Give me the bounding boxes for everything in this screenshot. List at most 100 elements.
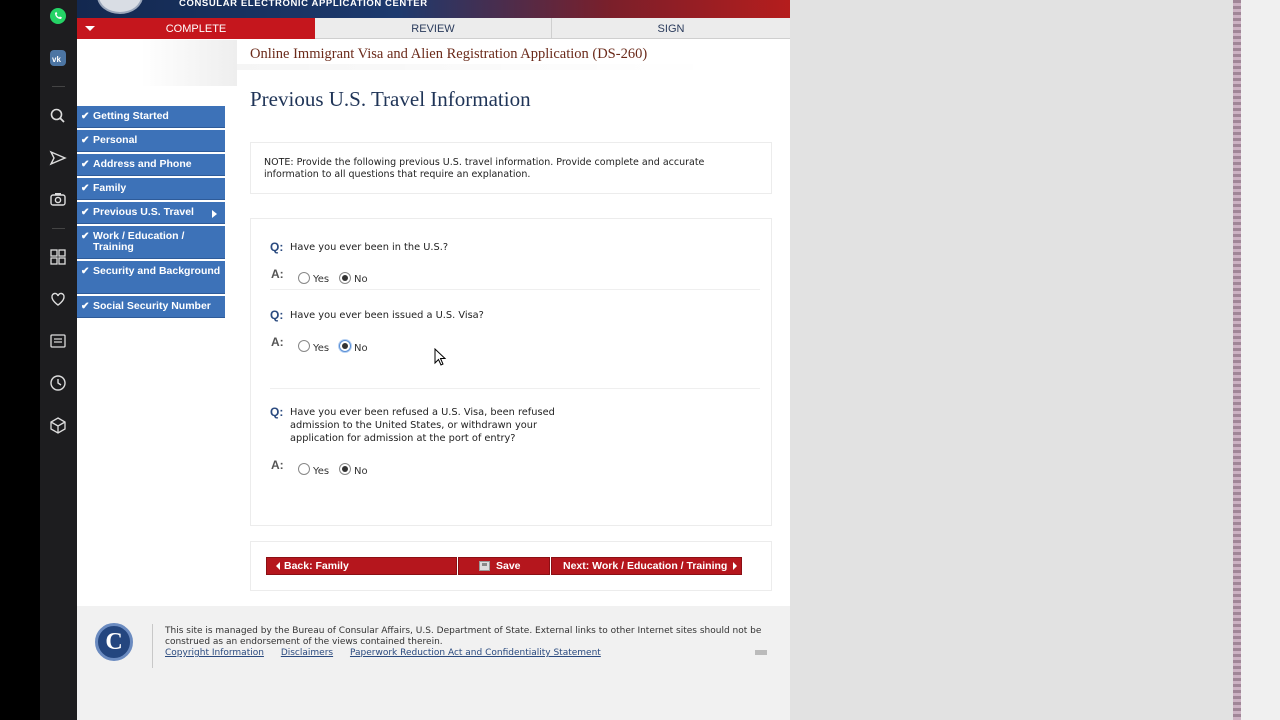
q3-yes-radio[interactable] <box>298 463 310 475</box>
nav-item-getting-started[interactable]: ✔ Getting Started <box>77 106 225 128</box>
footer-disclaimer: This site is managed by the Bureau of Co… <box>165 626 762 647</box>
tab-sign[interactable]: SIGN <box>552 18 790 39</box>
history-icon[interactable] <box>48 373 68 393</box>
save-button-label: Save <box>496 560 521 572</box>
nav-item-personal[interactable]: ✔ Personal <box>77 130 225 152</box>
footer-divider <box>152 624 153 668</box>
check-icon: ✔ <box>81 135 90 146</box>
question-label: Q: <box>270 405 284 419</box>
q3-no-radio[interactable] <box>339 463 351 475</box>
footer: C This site is managed by the Bureau of … <box>77 606 790 720</box>
form-title: Online Immigrant Visa and Alien Registra… <box>250 46 648 62</box>
nav-item-work-education-training[interactable]: ✔ Work / Education / Training <box>77 226 225 259</box>
q1-yes-label: Yes <box>313 274 330 285</box>
right-pane <box>1241 0 1280 720</box>
q1-yes-radio[interactable] <box>298 272 310 284</box>
title-underline <box>237 64 717 70</box>
save-button[interactable]: Save <box>458 557 550 575</box>
nav-item-address-and-phone[interactable]: ✔ Address and Phone <box>77 154 225 176</box>
q1-no-label: No <box>354 274 368 285</box>
sidebar-divider <box>52 86 65 87</box>
camera-icon[interactable] <box>48 189 68 209</box>
tab-sign-label: SIGN <box>657 22 685 35</box>
tab-complete[interactable]: COMPLETE <box>77 18 315 39</box>
chevron-right-icon <box>212 210 217 218</box>
check-icon: ✔ <box>81 207 90 218</box>
q2-yes-label: Yes <box>313 343 330 354</box>
q2-no-radio[interactable] <box>339 340 351 352</box>
progress-tabs: COMPLETE REVIEW SIGN <box>77 18 790 39</box>
nav-item-family[interactable]: ✔ Family <box>77 178 225 200</box>
question-text: Have you ever been refused a U.S. Visa, … <box>290 407 555 444</box>
vk-icon[interactable]: vk <box>48 48 68 68</box>
navigation-buttons-panel: Back: Family Save Next: Work / Education… <box>250 541 772 591</box>
page-title: Previous U.S. Travel Information <box>250 87 531 111</box>
answer-label: A: <box>271 267 284 281</box>
nav-item-label: Work / Education / Training <box>93 230 185 253</box>
divider <box>270 289 760 290</box>
nav-item-label: Previous U.S. Travel <box>93 206 194 218</box>
paperwork-link[interactable]: Paperwork Reduction Act and Confidential… <box>350 648 601 658</box>
q2-yes-radio[interactable] <box>298 340 310 352</box>
mouse-cursor-icon <box>434 348 447 366</box>
check-icon: ✔ <box>81 111 90 122</box>
q3-yes-label: Yes <box>313 466 330 477</box>
logo-letter: C <box>105 629 123 655</box>
search-icon[interactable] <box>48 106 68 126</box>
tab-review[interactable]: REVIEW <box>315 18 552 39</box>
sidebar-header-shade <box>77 40 237 86</box>
disclaimers-link[interactable]: Disclaimers <box>281 648 333 658</box>
nav-item-security-and-background[interactable]: ✔ Security and Background <box>77 261 225 294</box>
question-text: Have you ever been issued a U.S. Visa? <box>290 310 484 321</box>
check-icon: ✔ <box>81 301 90 312</box>
q2-no-label: No <box>354 343 368 354</box>
copyright-link[interactable]: Copyright Information <box>165 648 264 658</box>
chevron-right-icon <box>733 562 738 570</box>
questions-panel: Q: Have you ever been in the U.S.? A: Ye… <box>250 218 772 526</box>
heart-icon[interactable] <box>48 289 68 309</box>
question-text: Have you ever been in the U.S.? <box>290 242 449 253</box>
check-icon: ✔ <box>81 159 90 170</box>
whatsapp-icon[interactable] <box>48 6 68 26</box>
footer-badge-icon <box>755 650 767 655</box>
question-label: Q: <box>270 308 284 322</box>
nav-item-label: Security and Background <box>93 265 221 277</box>
q3-no-label: No <box>354 466 368 477</box>
next-button[interactable]: Next: Work / Education / Training <box>551 557 742 575</box>
sidebar-divider <box>52 228 65 229</box>
news-icon[interactable] <box>48 331 68 351</box>
nav-item-label: Family <box>93 182 127 194</box>
tab-review-label: REVIEW <box>411 22 455 35</box>
q1-no-radio[interactable] <box>339 272 351 284</box>
answer-label: A: <box>271 458 284 472</box>
note-text: NOTE: Provide the following previous U.S… <box>264 157 705 180</box>
header-banner: CONSULAR ELECTRONIC APPLICATION CENTER <box>77 0 790 18</box>
answer-label: A: <box>271 335 284 349</box>
nav-item-label: Address and Phone <box>93 158 192 170</box>
nav-item-label: Personal <box>93 134 138 146</box>
grid-icon[interactable] <box>48 247 68 267</box>
check-icon: ✔ <box>81 183 90 194</box>
nav-item-social-security-number[interactable]: ✔ Social Security Number <box>77 296 225 318</box>
screen-left-edge <box>0 0 40 720</box>
save-icon <box>479 561 490 571</box>
ds260-page: CONSULAR ELECTRONIC APPLICATION CENTER C… <box>77 0 790 720</box>
state-seal-icon <box>97 0 143 14</box>
check-icon: ✔ <box>81 266 90 277</box>
footer-links: Copyright Information Disclaimers Paperw… <box>165 648 615 658</box>
caret-down-icon <box>85 26 95 31</box>
browser-sidebar: vk <box>40 0 77 720</box>
site-title: CONSULAR ELECTRONIC APPLICATION CENTER <box>179 0 428 9</box>
divider <box>270 388 760 389</box>
window-edge-strip <box>1233 0 1241 720</box>
chevron-left-icon <box>276 562 280 570</box>
nav-item-previous-us-travel[interactable]: ✔ Previous U.S. Travel <box>77 202 225 224</box>
question-label: Q: <box>270 240 284 254</box>
check-icon: ✔ <box>81 231 90 242</box>
svg-text:vk: vk <box>52 55 61 64</box>
back-button[interactable]: Back: Family <box>266 557 457 575</box>
back-button-label: Back: Family <box>284 560 349 572</box>
section-nav: ✔ Getting Started ✔ Personal ✔ Address and … <box>77 106 225 320</box>
send-icon[interactable] <box>48 148 68 168</box>
box-icon[interactable] <box>48 415 68 435</box>
